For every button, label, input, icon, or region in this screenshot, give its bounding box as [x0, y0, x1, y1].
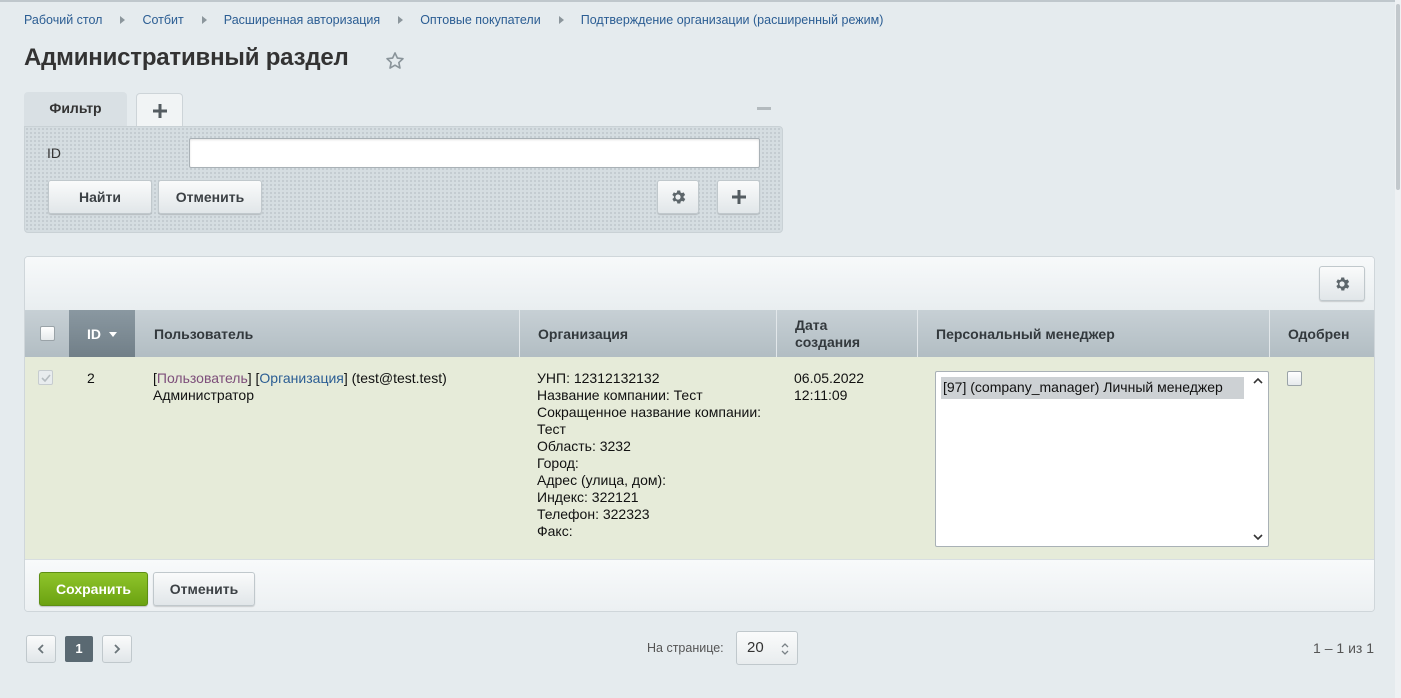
add-filter-field-button[interactable]: [717, 180, 760, 214]
grid-toolbar: [25, 257, 1374, 310]
org-unp: УНП: 12312132132: [537, 370, 660, 386]
check-icon: [41, 374, 51, 383]
org-city: Город:: [537, 455, 579, 471]
column-header-user[interactable]: Пользователь: [154, 310, 514, 357]
save-button[interactable]: Сохранить: [39, 572, 148, 606]
user-link[interactable]: Пользователь: [157, 370, 248, 386]
breadcrumb-item-wholesale-buyers[interactable]: Оптовые покупатели: [420, 13, 541, 27]
plus-icon: [153, 104, 167, 118]
chevron-left-icon: [37, 644, 44, 654]
org-short-name-label: Сокращенное название компании:: [537, 404, 762, 420]
collapse-filter-icon[interactable]: [757, 107, 771, 110]
row-time: 12:11:09: [794, 387, 848, 403]
org-company-name: Название компании: Тест: [537, 387, 703, 403]
breadcrumb-item-extended-auth[interactable]: Расширенная авторизация: [224, 13, 380, 27]
per-page-select[interactable]: 20: [736, 631, 798, 665]
prev-page-button[interactable]: [26, 635, 56, 663]
next-page-button[interactable]: [102, 635, 132, 663]
row-organization-cell: УНП: 12312132132 Название компании: Тест…: [537, 370, 777, 540]
select-all-cell: [25, 310, 69, 357]
table-header: ID Пользователь Организация Дата создани…: [25, 310, 1374, 357]
filter-id-label: ID: [47, 145, 61, 161]
row-id: 2: [87, 370, 95, 386]
breadcrumb-item-org-confirmation[interactable]: Подтверждение организации (расширенный р…: [581, 13, 884, 27]
org-index: Индекс: 322121: [537, 489, 639, 505]
find-button[interactable]: Найти: [48, 180, 152, 214]
current-page[interactable]: 1: [65, 636, 93, 662]
plus-icon: [731, 190, 746, 204]
org-address: Адрес (улица, дом):: [537, 472, 667, 488]
row-checkbox: [38, 370, 53, 385]
org-phone: Телефон: 322323: [537, 506, 650, 522]
cancel-filter-button[interactable]: Отменить: [158, 180, 262, 214]
column-header-date-line2: создания: [795, 333, 861, 350]
column-header-date[interactable]: Дата создания: [795, 310, 915, 357]
manager-option[interactable]: [97] (company_manager) Личный менеджер: [941, 377, 1244, 399]
organization-link[interactable]: Организация: [259, 370, 343, 386]
gear-icon: [672, 190, 686, 204]
row-date: 06.05.2022: [794, 370, 865, 386]
sort-desc-icon: [109, 332, 117, 337]
chevron-right-icon: [201, 16, 207, 24]
grid-settings-button[interactable]: [1319, 266, 1365, 301]
page-scrollbar[interactable]: [1395, 0, 1401, 698]
table-row: 2 [Пользователь] [Организация] (test@tes…: [25, 357, 1374, 559]
column-header-approved[interactable]: Одобрен: [1288, 310, 1374, 357]
select-all-checkbox[interactable]: [39, 326, 55, 341]
grid-footer: Сохранить Отменить: [25, 559, 1374, 611]
column-header-manager[interactable]: Персональный менеджер: [936, 310, 1256, 357]
org-fax: Факс:: [537, 523, 573, 539]
scrollbar-thumb[interactable]: [1396, 4, 1400, 190]
chevron-right-icon: [558, 16, 564, 24]
row-date-cell: 06.05.2022 12:11:09: [794, 370, 864, 404]
top-border: [0, 0, 1401, 2]
approved-checkbox[interactable]: [1287, 371, 1302, 386]
page-title: Административный раздел: [24, 44, 349, 71]
per-page-label: На странице:: [647, 641, 724, 655]
chevron-up-icon[interactable]: [1252, 376, 1264, 386]
filter-settings-button[interactable]: [657, 180, 699, 214]
org-short-name-value: Тест: [537, 421, 566, 437]
user-email-text: ] (test@test.test): [343, 370, 447, 386]
chevron-right-icon: [398, 16, 404, 24]
column-header-date-line1: Дата: [795, 316, 828, 333]
user-bracket-text: ] [: [247, 370, 260, 386]
chevron-right-icon: [114, 644, 121, 654]
column-header-organization[interactable]: Организация: [538, 310, 778, 357]
breadcrumb: Рабочий стол Сотбит Расширенная авториза…: [24, 12, 883, 28]
manager-select[interactable]: [97] (company_manager) Личный менеджер: [935, 371, 1269, 547]
cancel-button[interactable]: Отменить: [153, 572, 255, 606]
column-header-id-label: ID: [87, 325, 101, 342]
star-icon[interactable]: [384, 50, 406, 72]
data-grid: ID Пользователь Организация Дата создани…: [24, 256, 1375, 612]
org-region: Область: 3232: [537, 438, 631, 454]
user-role-text: Администратор: [153, 387, 255, 403]
per-page-value: 20: [747, 639, 764, 656]
chevron-right-icon: [120, 16, 126, 24]
add-filter-tab-button[interactable]: [136, 93, 183, 127]
breadcrumb-item-desktop[interactable]: Рабочий стол: [24, 13, 102, 27]
column-header-id[interactable]: ID: [69, 310, 135, 357]
filter-id-input[interactable]: [189, 138, 760, 168]
chevron-down-icon[interactable]: [1252, 532, 1264, 542]
range-info: 1 – 1 из 1: [1313, 640, 1374, 656]
row-user-cell: [Пользователь] [Организация] (test@test.…: [153, 370, 513, 404]
gear-icon: [1336, 276, 1350, 291]
updown-arrows-icon: [781, 643, 789, 655]
filter-tab[interactable]: Фильтр: [24, 92, 127, 128]
breadcrumb-item-sotbit[interactable]: Сотбит: [142, 13, 183, 27]
